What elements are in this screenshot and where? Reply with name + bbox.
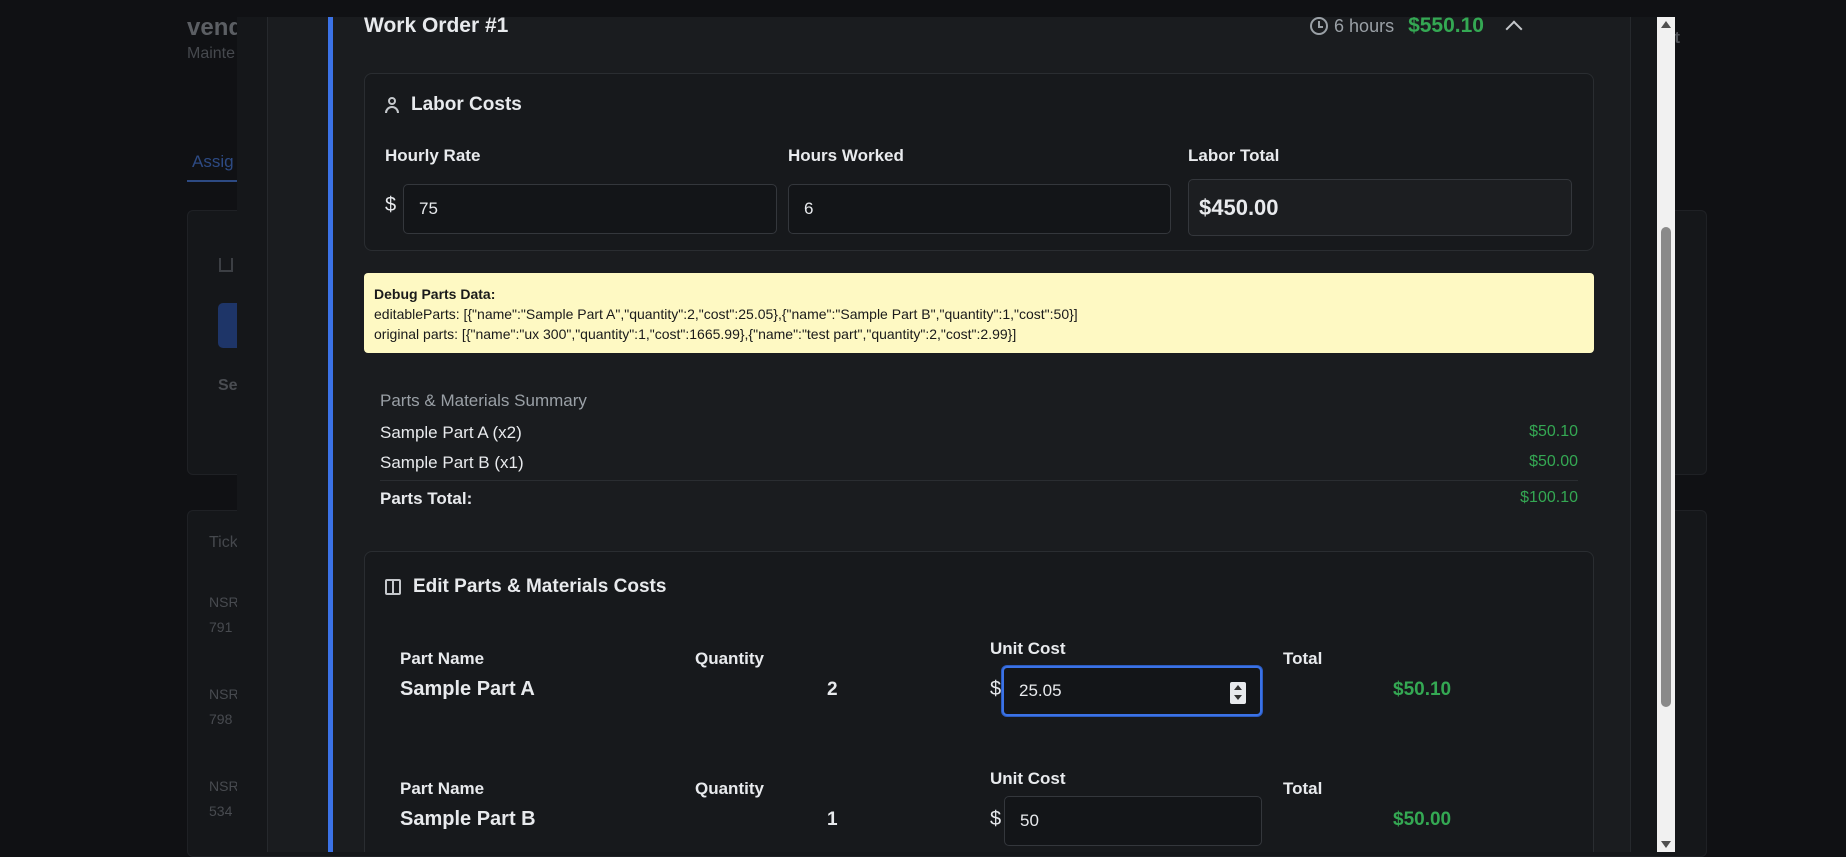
bg-tab-assigned: Assig <box>192 152 234 171</box>
part-name-label: Part Name <box>400 779 485 798</box>
user-icon <box>385 97 399 113</box>
quantity-label: Quantity <box>695 779 764 798</box>
labor-total-label: Labor Total <box>1188 146 1280 165</box>
bg-ticket-row: NSR 534 <box>209 778 239 819</box>
package-icon <box>385 579 401 595</box>
unit-cost-currency: $ <box>990 678 1002 700</box>
unit-cost-value: 25.05 <box>1019 681 1062 700</box>
bg-tickets-header: Tick <box>209 534 238 551</box>
bg-ticket-row: NSR 798 <box>209 686 239 727</box>
summary-item-amount: $50.00 <box>1529 453 1578 470</box>
debug-editable-parts: editableParts: [{"name":"Sample Part A",… <box>374 306 1078 322</box>
part-total: $50.10 <box>1393 679 1452 700</box>
unit-cost-label: Unit Cost <box>990 639 1066 658</box>
work-order-meta: 6 hours $550.10 <box>1310 17 1523 38</box>
edit-parts-title: Edit Parts & Materials Costs <box>413 576 667 597</box>
work-order-hours: 6 hours <box>1334 17 1395 36</box>
scroll-down-icon[interactable] <box>1661 841 1671 848</box>
debug-heading: Debug Parts Data: <box>374 286 496 302</box>
hourly-rate-currency: $ <box>385 194 397 216</box>
bg-tab-indicator <box>187 180 239 182</box>
debug-parts-data: Debug Parts Data: editableParts: [{"name… <box>364 273 1594 353</box>
unit-cost-currency: $ <box>990 808 1002 830</box>
hourly-rate-input[interactable]: 75 <box>403 184 777 234</box>
hourly-rate-label: Hourly Rate <box>385 146 481 165</box>
parts-summary-title: Parts & Materials Summary <box>380 391 587 410</box>
labor-total-value: $450.00 <box>1188 179 1572 236</box>
work-order-panel: Work Order #1 6 hours $550.10 Labor Cost… <box>267 17 1631 852</box>
part-name: Sample Part A <box>400 678 535 700</box>
summary-divider <box>380 480 1578 481</box>
labor-costs-card: Labor Costs Hourly Rate $ 75 Hours Worke… <box>364 73 1594 251</box>
clock-icon <box>1310 17 1329 35</box>
labor-costs-heading: Labor Costs <box>385 94 522 116</box>
total-label: Total <box>1283 779 1323 798</box>
hours-worked-label: Hours Worked <box>788 146 904 165</box>
modal-scrollbar[interactable] <box>1657 17 1675 852</box>
parts-total-label: Parts Total: <box>380 489 473 508</box>
bg-app-title: vend <box>187 14 244 41</box>
quantity-label: Quantity <box>695 649 764 668</box>
work-order-total: $550.10 <box>1408 17 1484 37</box>
part-quantity: 1 <box>827 809 838 830</box>
chevron-up-icon[interactable] <box>1505 20 1523 38</box>
summary-item-label: Sample Part B (x1) <box>380 453 524 472</box>
part-name-label: Part Name <box>400 649 485 668</box>
parts-total-row: Parts Total: $100.10 <box>380 489 1578 509</box>
total-label: Total <box>1283 649 1323 668</box>
debug-original-parts: original parts: [{"name":"ux 300","quant… <box>374 326 1017 342</box>
work-order-title: Work Order #1 <box>364 17 509 37</box>
bg-section-label: Se <box>218 377 238 394</box>
bg-filter-icon <box>219 258 233 272</box>
edit-parts-heading: Edit Parts & Materials Costs <box>385 576 666 598</box>
edit-parts-card: Edit Parts & Materials Costs Part Name Q… <box>364 551 1594 852</box>
part-quantity: 2 <box>827 679 838 700</box>
work-order-modal: Work Order #1 6 hours $550.10 Labor Cost… <box>237 17 1675 852</box>
scrollbar-thumb[interactable] <box>1661 227 1671 707</box>
hours-worked-input[interactable]: 6 <box>788 184 1171 234</box>
labor-costs-title: Labor Costs <box>411 94 522 115</box>
accent-bar <box>328 17 333 852</box>
bg-app-subtitle: Mainte <box>187 45 236 62</box>
part-total: $50.00 <box>1393 809 1452 830</box>
part-name: Sample Part B <box>400 808 536 830</box>
unit-cost-input[interactable]: 50 <box>1004 796 1262 846</box>
unit-cost-input[interactable]: 25.05 <box>1002 666 1262 716</box>
bg-ticket-row: NSR 791 <box>209 594 239 635</box>
summary-item-amount: $50.10 <box>1529 423 1578 440</box>
unit-cost-label: Unit Cost <box>990 769 1066 788</box>
number-spinner-icon[interactable] <box>1230 682 1246 704</box>
parts-total-amount: $100.10 <box>1520 489 1578 506</box>
summary-item-label: Sample Part A (x2) <box>380 423 522 442</box>
summary-item: Sample Part B (x1) $50.00 <box>380 453 1578 473</box>
summary-item: Sample Part A (x2) $50.10 <box>380 423 1578 443</box>
scroll-up-icon[interactable] <box>1661 21 1671 28</box>
